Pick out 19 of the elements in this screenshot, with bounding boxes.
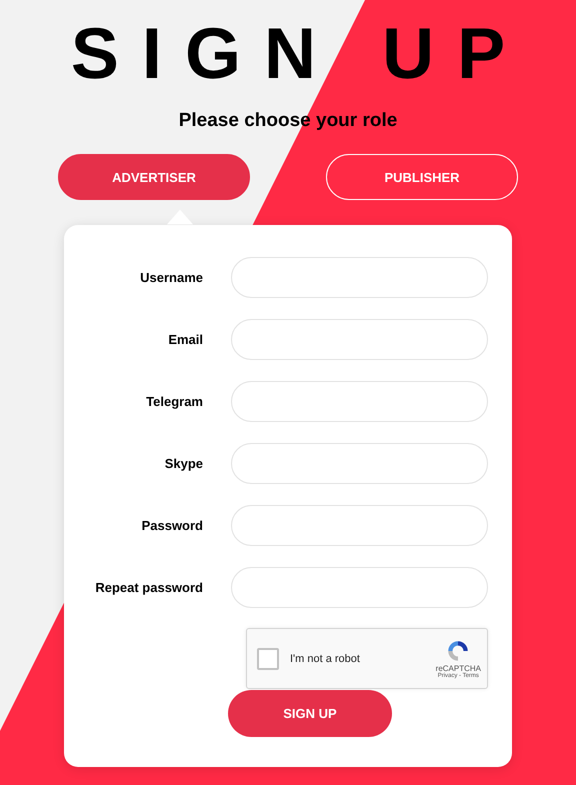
field-label: Password [140, 518, 203, 533]
role-button[interactable]: PUBLISHER [326, 154, 518, 200]
field-label: Email [167, 332, 203, 347]
input-field[interactable] [231, 443, 488, 484]
field-label: Skype [164, 456, 203, 471]
page-title: SIGN UP [70, 14, 528, 94]
captcha-label: I'm not a robot [290, 652, 361, 664]
captcha-brand: reCAPTCHA [436, 664, 481, 673]
field-label: Telegram [145, 394, 203, 409]
input-field[interactable] [231, 567, 488, 608]
input-field[interactable] [231, 505, 488, 546]
captcha-checkbox[interactable] [257, 648, 279, 670]
input-field[interactable] [231, 257, 488, 298]
input-field[interactable] [231, 319, 488, 360]
sign-up-button[interactable]: SIGN UP [228, 690, 392, 737]
input-field[interactable] [231, 381, 488, 422]
role-button[interactable]: ADVERTISER [58, 154, 250, 200]
field-label: Username [139, 270, 203, 285]
field-label: Repeat password [94, 580, 203, 595]
